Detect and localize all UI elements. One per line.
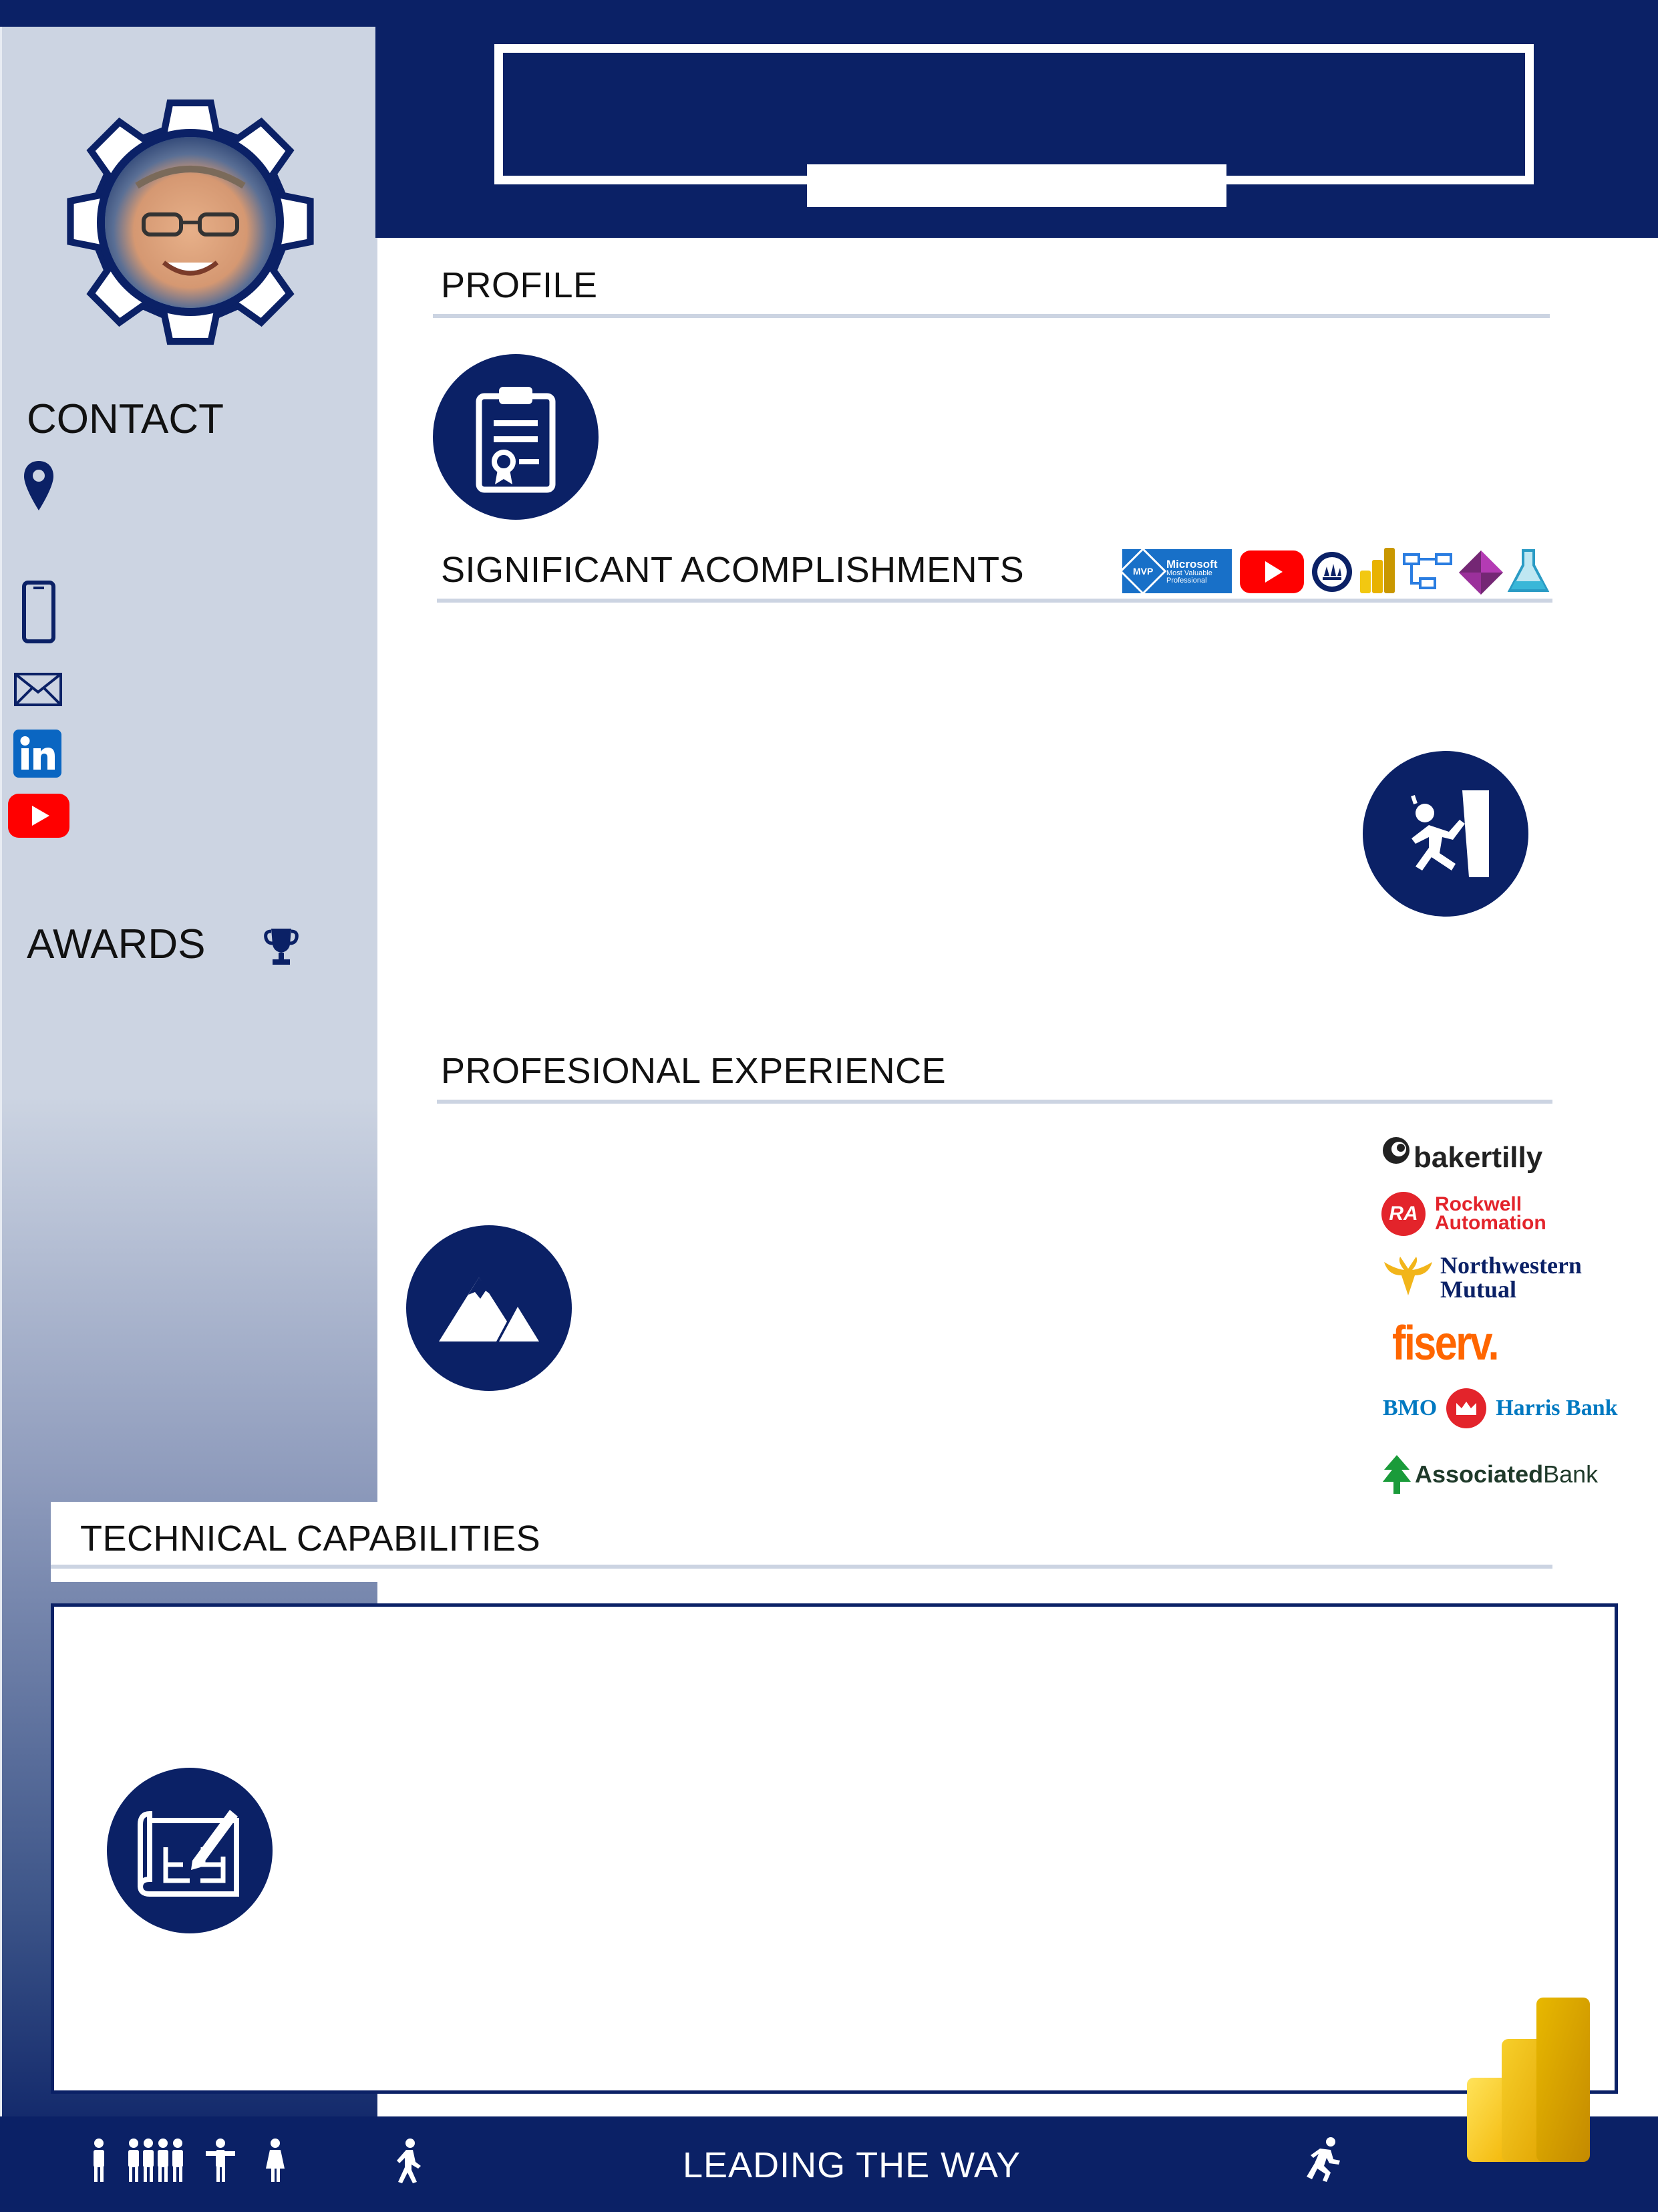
accomplishments-heading: SIGNIFICANT ACOMPLISHMENTS: [441, 550, 1025, 590]
experience-rule: [437, 1100, 1552, 1104]
bakertilly-mark-icon: [1383, 1137, 1410, 1164]
bmo-harris-logo: BMO Harris Bank: [1383, 1388, 1618, 1428]
rockwell-mark: RA: [1381, 1192, 1426, 1236]
associated-text: Associated: [1415, 1460, 1544, 1488]
fiserv-logo: fiserv.: [1392, 1317, 1499, 1370]
northwestern-mutual-logo: Northwestern Mutual: [1381, 1253, 1582, 1301]
youtube-badge-icon: [1240, 550, 1304, 597]
people-group-icon: [87, 2138, 301, 2188]
power-automate-icon: [1403, 552, 1452, 595]
bakertilly-name: bakertilly: [1414, 1141, 1543, 1174]
power-apps-icon: [1458, 549, 1504, 599]
power-bi-small-icon: [1360, 548, 1395, 597]
rockwell-line1: Rockwell: [1435, 1193, 1522, 1215]
top-strip: [0, 0, 375, 27]
trophy-icon: [263, 926, 299, 971]
footer-tagline: LEADING THE WAY: [683, 2145, 1021, 2185]
accomplishments-rule: [437, 599, 1552, 603]
location-pin-icon: [23, 460, 55, 515]
technical-heading: TECHNICAL CAPABILITIES: [80, 1519, 541, 1559]
mvp-microsoft: Microsoft: [1166, 557, 1218, 571]
profile-heading: PROFILE: [441, 265, 598, 305]
contact-heading: CONTACT: [27, 396, 224, 442]
technical-box: [51, 1603, 1618, 2094]
community-badge-icon: [1311, 550, 1353, 597]
bakertilly-logo: bakertilly: [1381, 1126, 1542, 1174]
name-title-box: [494, 44, 1534, 184]
nm-line2: Mutual: [1440, 1276, 1517, 1303]
rockwell-mark-text: RA: [1389, 1203, 1418, 1225]
northwestern-mutual-eagle-icon: [1384, 1257, 1432, 1295]
associated-bank-logo: Associated Bank: [1381, 1454, 1598, 1495]
clipboard-certificate-icon: [433, 354, 599, 520]
harris-text: Harris Bank: [1496, 1396, 1618, 1420]
avatar-gear: [47, 79, 334, 366]
mountain-icon: [406, 1225, 572, 1391]
flask-icon: [1507, 548, 1550, 598]
blueprint-icon: [107, 1768, 273, 1933]
bmo-roundel-icon: [1446, 1388, 1487, 1428]
awards-heading: AWARDS: [27, 921, 206, 967]
youtube-icon[interactable]: [8, 794, 69, 841]
envelope-icon[interactable]: [13, 672, 63, 710]
walking-person-icon: [393, 2138, 424, 2188]
linkedin-icon[interactable]: [13, 730, 61, 781]
associated-bank-tree-icon: [1383, 1455, 1411, 1494]
mvp-badge: MVP Microsoft Most Valuable Professional: [1119, 547, 1232, 595]
climber-icon: [1363, 751, 1528, 917]
mvp-most-valuable: Most Valuable: [1166, 569, 1212, 577]
rockwell-line2: Automation: [1435, 1212, 1546, 1234]
nm-line1: Northwestern: [1440, 1252, 1582, 1279]
mobile-phone-icon[interactable]: [21, 580, 56, 647]
mvp-diamond: MVP: [1119, 547, 1167, 595]
mvp-label: MVP: [1132, 566, 1154, 577]
technical-rule: [51, 1565, 1552, 1569]
bmo-text: BMO: [1383, 1396, 1438, 1420]
subtitle-tab: [807, 164, 1226, 207]
running-person-icon: [1303, 2137, 1343, 2187]
power-bi-logo: [1467, 1998, 1590, 2165]
rockwell-logo: RA Rockwell Automation: [1381, 1192, 1546, 1236]
profile-rule: [433, 314, 1550, 318]
experience-heading: PROFESIONAL EXPERIENCE: [441, 1051, 947, 1091]
bank-text: Bank: [1543, 1460, 1599, 1488]
mvp-professional: Professional: [1166, 576, 1207, 585]
